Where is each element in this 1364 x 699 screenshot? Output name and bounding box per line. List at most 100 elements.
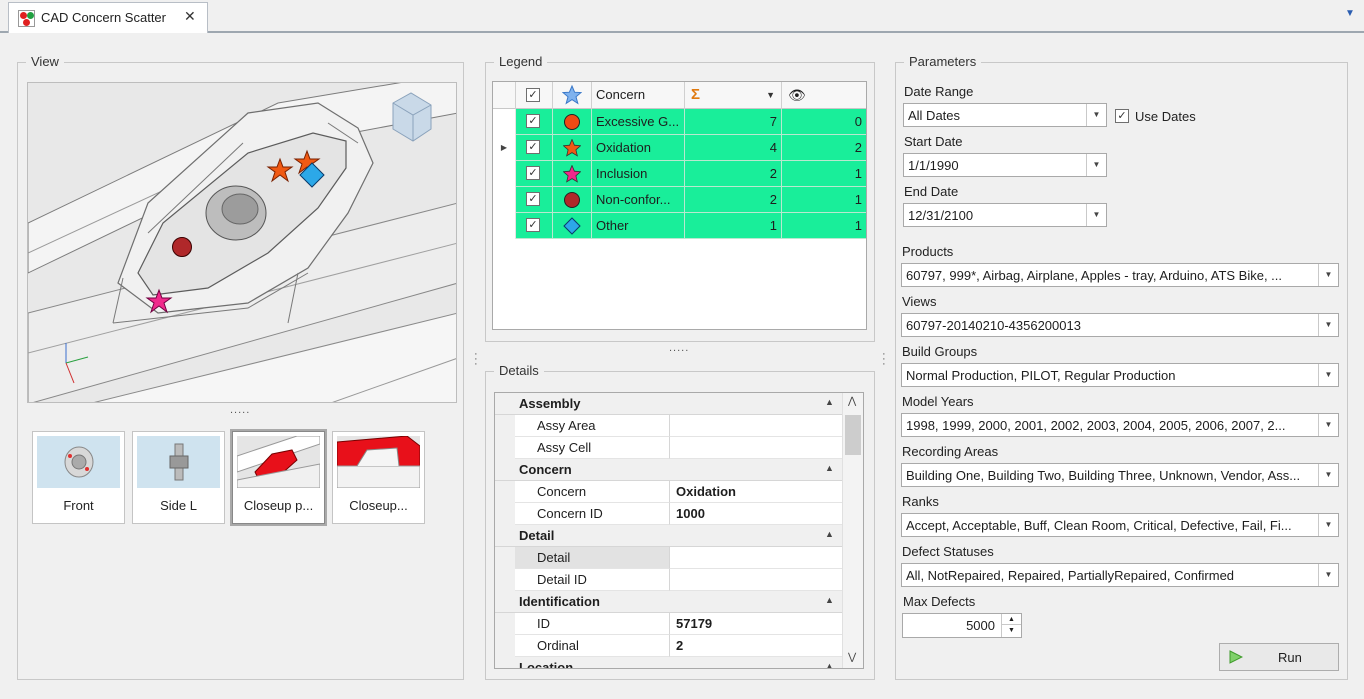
details-category-location[interactable]: Location ▲ — [495, 657, 842, 668]
details-property-row[interactable]: Assy Cell — [495, 437, 842, 459]
select-all-checkbox[interactable]: ✓ — [526, 88, 540, 102]
thumbnail-closeup[interactable]: Closeup... — [332, 431, 425, 524]
total-column-header[interactable]: Σ ▼ — [685, 82, 782, 109]
details-category-identification[interactable]: Identification ▲ — [495, 591, 842, 613]
details-property-row[interactable]: Detail ID — [495, 569, 842, 591]
close-icon[interactable]: ✕ — [184, 8, 196, 25]
collapse-icon[interactable]: ▲ — [825, 595, 834, 605]
legend-visible-cell[interactable]: ✓ — [516, 109, 553, 135]
chevron-down-icon[interactable]: ▼ — [1318, 514, 1338, 536]
legend-symbol-cell — [553, 109, 592, 135]
thumbnail-closeup-p[interactable]: Closeup p... — [230, 429, 327, 526]
cad-model-render[interactable] — [28, 83, 457, 403]
legend-row-checkbox[interactable]: ✓ — [526, 192, 540, 206]
row-indicator[interactable] — [493, 187, 516, 213]
tab-menu-chevron-down-icon[interactable]: ▼ — [1345, 8, 1355, 19]
legend-visible-cell[interactable]: ✓ — [516, 213, 553, 239]
chevron-down-icon[interactable]: ▼ — [1318, 314, 1338, 336]
legend-row-checkbox[interactable]: ✓ — [526, 166, 540, 180]
legend-row[interactable]: ✓ Other 1 1 — [493, 213, 866, 239]
symbol-column-header[interactable] — [553, 82, 592, 109]
marker-non-conforming[interactable] — [172, 237, 192, 257]
legend-row[interactable]: ✓ Excessive G... 7 0 — [493, 109, 866, 135]
property-value[interactable]: Oxidation — [670, 481, 842, 503]
left-panel-splitter[interactable]: · · · — [474, 349, 478, 370]
thumbnail-side-l[interactable]: Side L — [132, 431, 225, 524]
chevron-down-icon[interactable]: ▼ — [1086, 204, 1106, 226]
chevron-down-icon[interactable]: ▼ — [1086, 104, 1106, 126]
details-property-grid[interactable]: Assembly ▲ Assy Area Assy Cell Concern ▲ Conce… — [494, 392, 864, 669]
chevron-down-icon[interactable]: ▼ — [1318, 564, 1338, 586]
legend-grid[interactable]: ✓ Concern Σ ▼ 👁 ✓ Excessive G... 7 0 ▶ ✓ Oxida… — [492, 81, 867, 330]
cad-viewport[interactable] — [27, 82, 457, 403]
property-value[interactable] — [670, 569, 842, 591]
concern-column-header[interactable]: Concern — [592, 82, 685, 109]
ranks-select[interactable]: Accept, Acceptable, Buff, Clean Room, Cr… — [901, 513, 1339, 537]
legend-visible-cell[interactable]: ✓ — [516, 187, 553, 213]
right-panel-splitter[interactable]: · · · — [882, 349, 886, 370]
legend-row-checkbox[interactable]: ✓ — [526, 114, 540, 128]
details-category-concern[interactable]: Concern ▲ — [495, 459, 842, 481]
property-value[interactable]: 2 — [670, 635, 842, 657]
property-value[interactable]: 1000 — [670, 503, 842, 525]
row-indicator[interactable] — [493, 161, 516, 187]
details-property-row[interactable]: Detail — [495, 547, 842, 569]
row-indicator[interactable]: ▶ — [493, 135, 516, 161]
chevron-down-icon[interactable]: ▼ — [1318, 414, 1338, 436]
legend-row-checkbox[interactable]: ✓ — [526, 140, 540, 154]
build-groups-select[interactable]: Normal Production, PILOT, Regular Produc… — [901, 363, 1339, 387]
visible-count-column-header[interactable]: 👁 — [782, 82, 866, 109]
views-select[interactable]: 60797-20140210-4356200013 ▼ — [901, 313, 1339, 337]
tab-cad-concern-scatter[interactable]: CAD Concern Scatter ✕ — [8, 2, 208, 33]
collapse-icon[interactable]: ▲ — [825, 397, 834, 407]
property-value[interactable] — [670, 547, 842, 569]
details-category-detail[interactable]: Detail ▲ — [495, 525, 842, 547]
legend-splitter[interactable]: ..... — [669, 342, 689, 354]
spin-down-icon[interactable]: ▼ — [1001, 625, 1021, 637]
thumbnail-front[interactable]: Front — [32, 431, 125, 524]
defect-statuses-value: All, NotRepaired, Repaired, PartiallyRep… — [906, 568, 1235, 583]
end-date-picker[interactable]: 12/31/2100 ▼ — [903, 203, 1107, 227]
row-indicator[interactable] — [493, 213, 516, 239]
view-splitter[interactable]: ..... — [230, 404, 250, 416]
recording-areas-select[interactable]: Building One, Building Two, Building Thr… — [901, 463, 1339, 487]
details-property-row[interactable]: ID 57179 — [495, 613, 842, 635]
use-dates-label[interactable]: Use Dates — [1135, 109, 1196, 124]
legend-row[interactable]: ▶ ✓ Oxidation 4 2 — [493, 135, 866, 161]
chevron-down-icon[interactable]: ▼ — [1318, 364, 1338, 386]
defect-statuses-select[interactable]: All, NotRepaired, Repaired, PartiallyRep… — [901, 563, 1339, 587]
details-property-row[interactable]: Concern ID 1000 — [495, 503, 842, 525]
start-date-picker[interactable]: 1/1/1990 ▼ — [903, 153, 1107, 177]
max-defects-spinner[interactable]: 5000 ▲ ▼ — [902, 613, 1022, 638]
scroll-down-icon[interactable]: ⋁ — [848, 652, 856, 663]
details-scrollbar[interactable]: ⋀ ⋁ — [842, 393, 863, 668]
products-select[interactable]: 60797, 999*, Airbag, Airplane, Apples - … — [901, 263, 1339, 287]
date-range-select[interactable]: All Dates ▼ — [903, 103, 1107, 127]
property-value[interactable]: 57179 — [670, 613, 842, 635]
chevron-down-icon[interactable]: ▼ — [1318, 264, 1338, 286]
scroll-thumb[interactable] — [845, 415, 861, 455]
run-button[interactable]: Run — [1219, 643, 1339, 671]
use-dates-checkbox[interactable]: ✓ — [1115, 109, 1129, 123]
legend-row[interactable]: ✓ Inclusion 2 1 — [493, 161, 866, 187]
visible-column-header[interactable]: ✓ — [516, 82, 553, 109]
details-property-row[interactable]: Assy Area — [495, 415, 842, 437]
legend-visible-cell[interactable]: ✓ — [516, 161, 553, 187]
collapse-icon[interactable]: ▲ — [825, 463, 834, 473]
spin-up-icon[interactable]: ▲ — [1001, 614, 1021, 625]
property-value[interactable] — [670, 415, 842, 437]
model-years-select[interactable]: 1998, 1999, 2000, 2001, 2002, 2003, 2004… — [901, 413, 1339, 437]
chevron-down-icon[interactable]: ▼ — [1086, 154, 1106, 176]
legend-row[interactable]: ✓ Non-confor... 2 1 — [493, 187, 866, 213]
legend-row-checkbox[interactable]: ✓ — [526, 218, 540, 232]
details-property-row[interactable]: Ordinal 2 — [495, 635, 842, 657]
details-property-row[interactable]: Concern Oxidation — [495, 481, 842, 503]
details-category-assembly[interactable]: Assembly ▲ — [495, 393, 842, 415]
property-value[interactable] — [670, 437, 842, 459]
row-indicator[interactable] — [493, 109, 516, 135]
collapse-icon[interactable]: ▲ — [825, 529, 834, 539]
collapse-icon[interactable]: ▲ — [825, 661, 834, 668]
scroll-up-icon[interactable]: ⋀ — [848, 396, 856, 407]
legend-visible-cell[interactable]: ✓ — [516, 135, 553, 161]
chevron-down-icon[interactable]: ▼ — [1318, 464, 1338, 486]
